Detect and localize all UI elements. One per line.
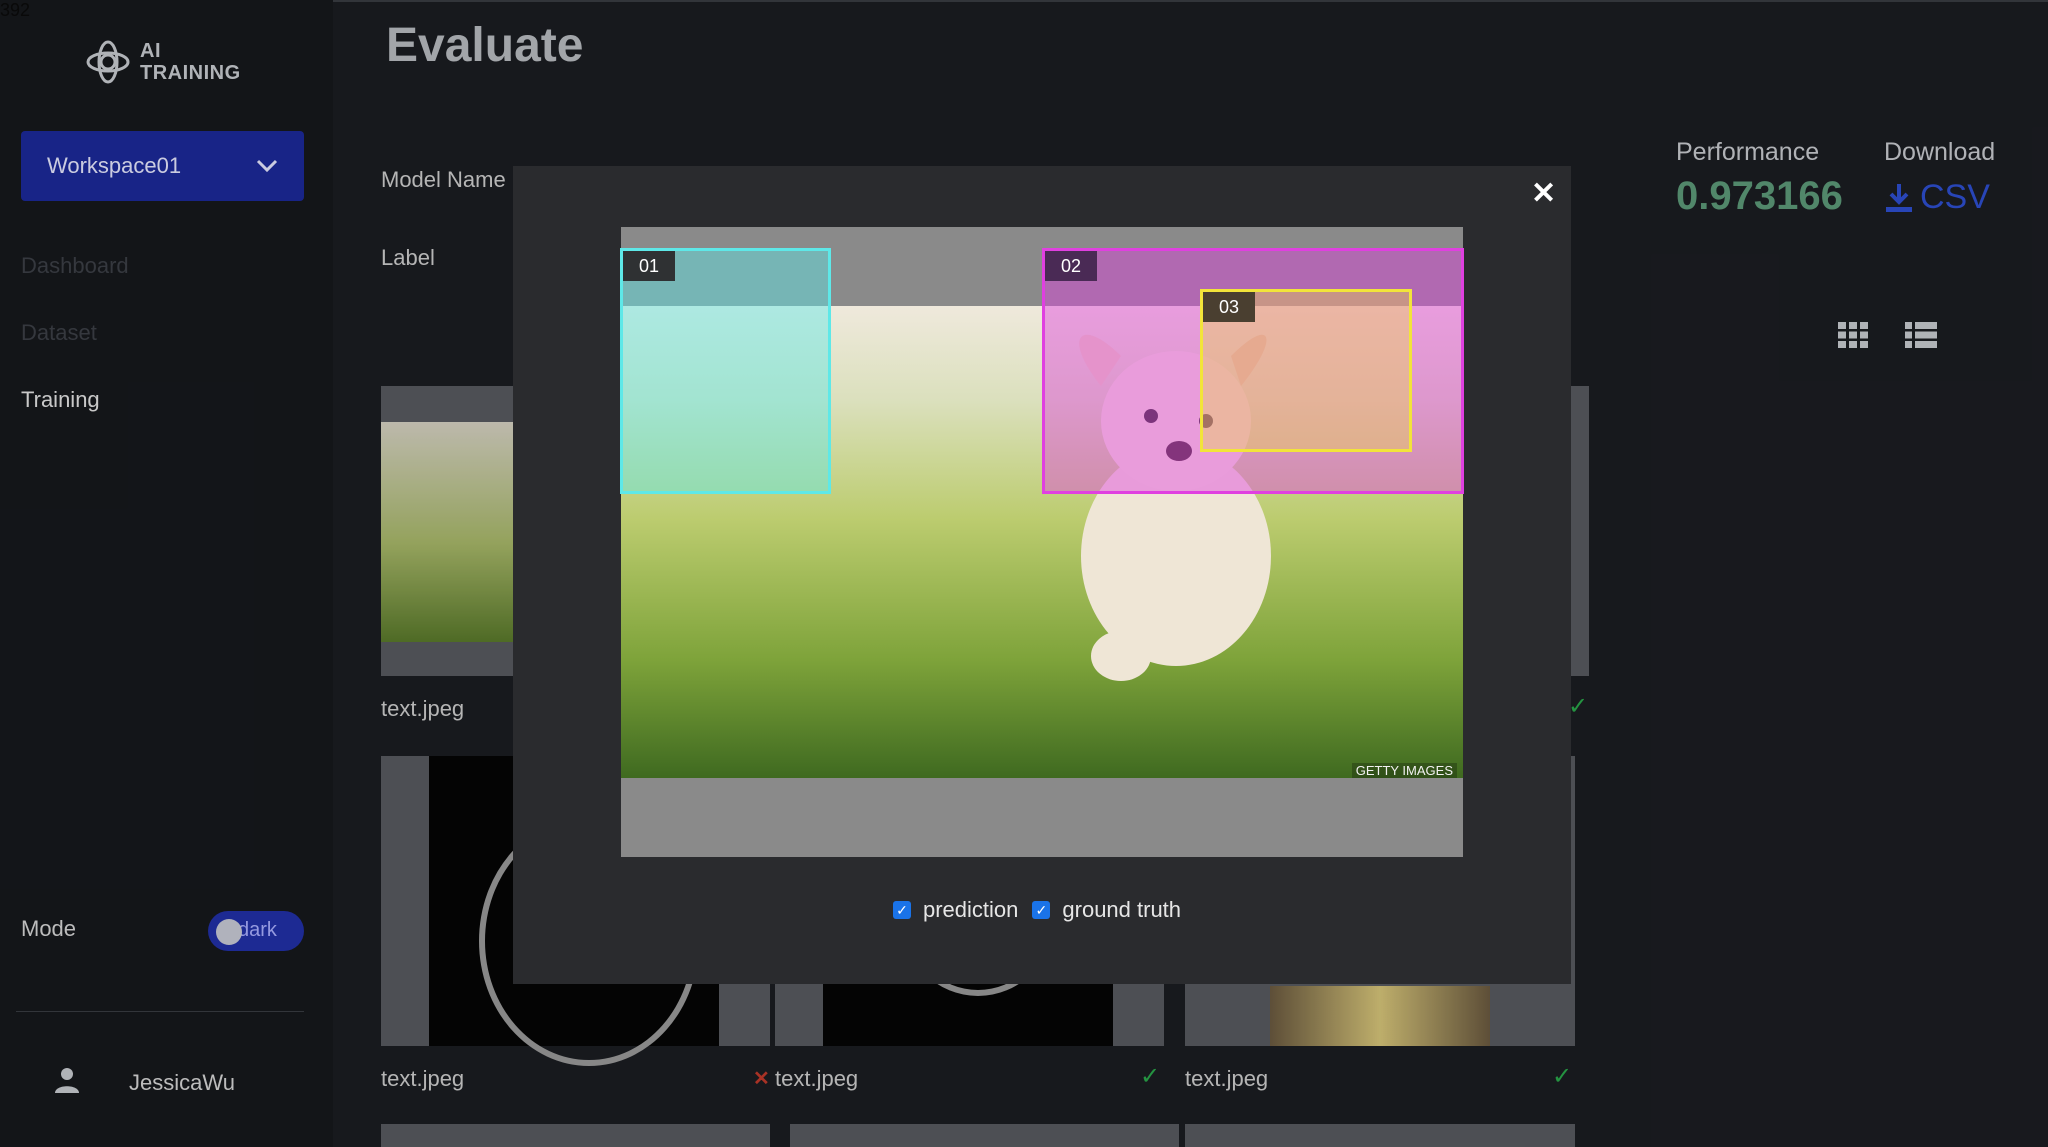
bounding-box-01[interactable]: 01 bbox=[620, 248, 831, 494]
prediction-checkbox[interactable]: ✓ bbox=[893, 901, 911, 919]
box-label: 01 bbox=[623, 251, 676, 281]
bounding-box-03[interactable]: 03 bbox=[1200, 289, 1412, 452]
prediction-label: prediction bbox=[923, 897, 1019, 922]
box-label: 03 bbox=[1203, 292, 1256, 322]
watermark: GETTY IMAGES bbox=[1351, 763, 1457, 778]
overlay-toggles: ✓ prediction ✓ ground truth bbox=[893, 897, 1181, 923]
ground-truth-label: ground truth bbox=[1062, 897, 1182, 922]
ground-truth-checkbox[interactable]: ✓ bbox=[1032, 901, 1051, 919]
close-icon[interactable]: ✕ bbox=[1531, 176, 1556, 211]
box-label: 02 bbox=[1045, 251, 1098, 281]
